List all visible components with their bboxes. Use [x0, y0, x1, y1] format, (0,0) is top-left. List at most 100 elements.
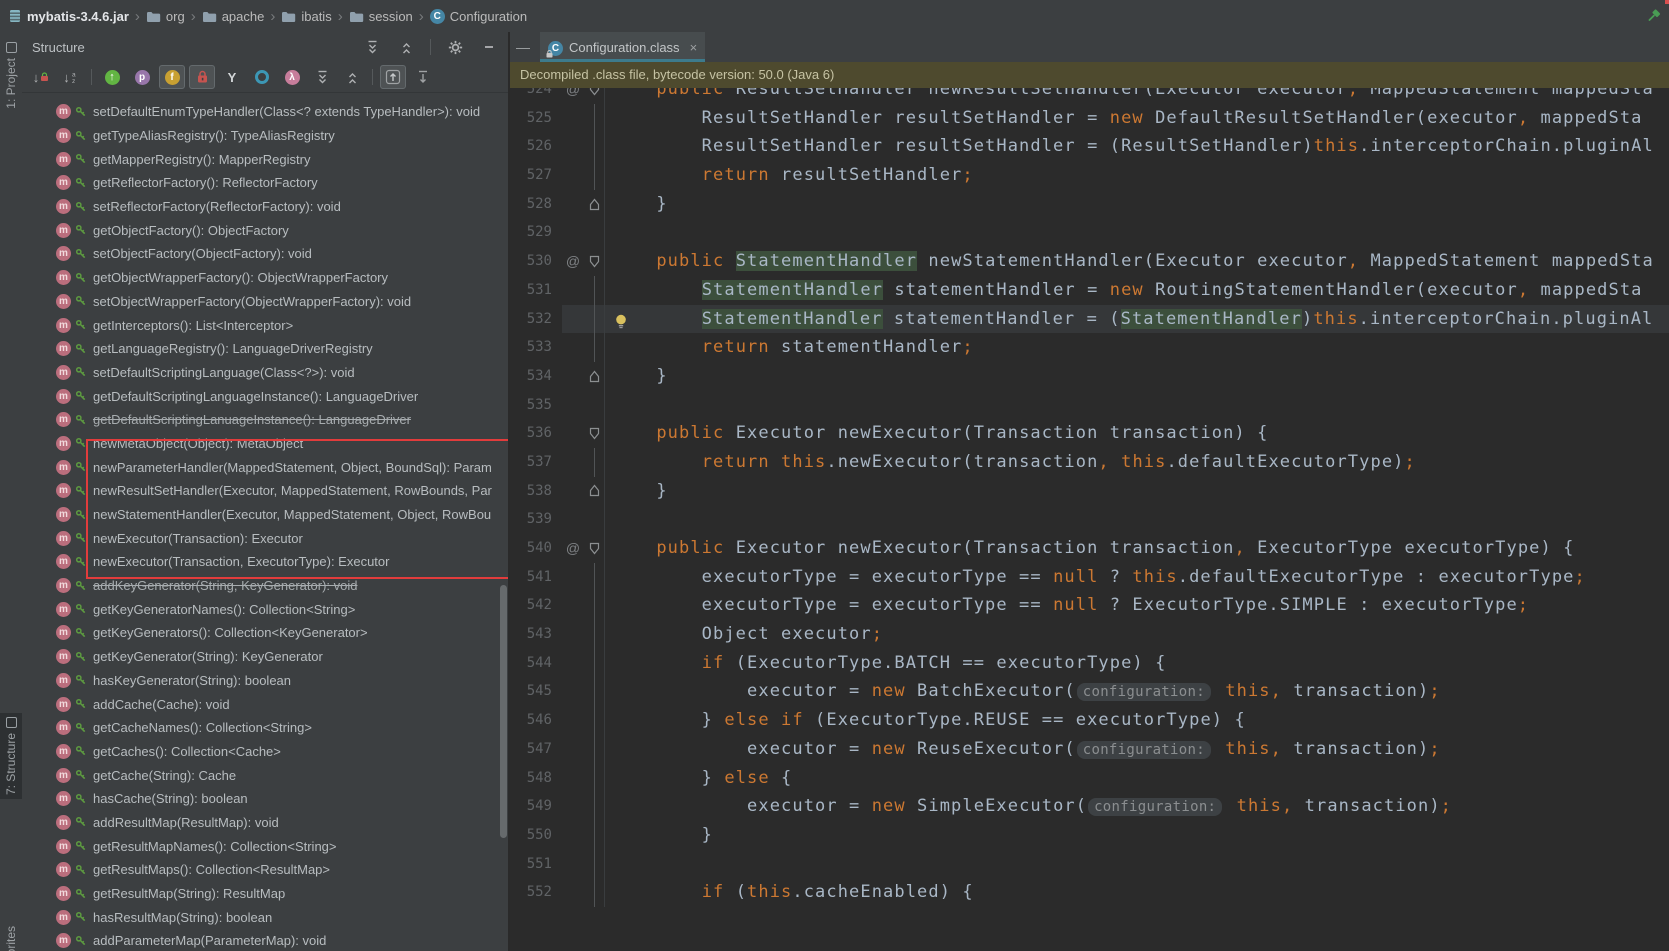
settings-icon[interactable]	[442, 35, 468, 59]
tab-configuration-class[interactable]: C Configuration.class ×	[540, 32, 705, 62]
structure-item[interactable]: mgetKeyGenerator(String): KeyGenerator	[22, 645, 508, 669]
code-text[interactable]: Object executor;	[604, 620, 1669, 649]
fold-end-icon[interactable]	[584, 190, 604, 219]
code-text[interactable]: executor = new BatchExecutor(configurati…	[604, 677, 1669, 706]
line-number[interactable]: 537	[510, 448, 562, 477]
structure-item[interactable]: mgetTypeAliasRegistry(): TypeAliasRegist…	[22, 124, 508, 148]
code-text[interactable]: } else if (ExecutorType.REUSE == executo…	[604, 706, 1669, 735]
code-line[interactable]: 544 if (ExecutorType.BATCH == executorTy…	[510, 649, 1669, 678]
structure-item[interactable]: mgetKeyGenerators(): Collection<KeyGener…	[22, 621, 508, 645]
collapse-all-icon[interactable]	[393, 35, 419, 59]
code-line[interactable]: 536 public Executor newExecutor(Transact…	[510, 419, 1669, 448]
show-lambdas-icon[interactable]: λ	[279, 65, 305, 89]
line-number[interactable]: 524	[510, 88, 562, 104]
code-line[interactable]: 532 StatementHandler statementHandler = …	[510, 305, 1669, 334]
code-text[interactable]: return this.newExecutor(transaction, thi…	[604, 448, 1669, 477]
line-number[interactable]: 529	[510, 218, 562, 247]
code-text[interactable]: executorType = executorType == null ? th…	[604, 563, 1669, 592]
structure-item[interactable]: mgetReflectorFactory(): ReflectorFactory	[22, 171, 508, 195]
code-line[interactable]: 533 return statementHandler;	[510, 333, 1669, 362]
code-editor[interactable]: 524@ public ResultSetHandler newResultSe…	[510, 88, 1669, 951]
code-line[interactable]: 537 return this.newExecutor(transaction,…	[510, 448, 1669, 477]
code-line[interactable]: 524@ public ResultSetHandler newResultSe…	[510, 88, 1669, 104]
structure-item[interactable]: mhasKeyGenerator(String): boolean	[22, 669, 508, 693]
line-number[interactable]: 551	[510, 850, 562, 879]
expand-all-icon[interactable]	[359, 35, 385, 59]
line-number[interactable]: 545	[510, 677, 562, 706]
structure-item[interactable]: maddCache(Cache): void	[22, 692, 508, 716]
line-number[interactable]: 542	[510, 591, 562, 620]
structure-item[interactable]: mgetObjectFactory(): ObjectFactory	[22, 218, 508, 242]
code-line[interactable]: 525 ResultSetHandler resultSetHandler = …	[510, 104, 1669, 133]
code-text[interactable]: if (this.cacheEnabled) {	[604, 878, 1669, 907]
structure-item[interactable]: mgetLanguageRegistry(): LanguageDriverRe…	[22, 337, 508, 361]
structure-item[interactable]: msetDefaultScriptingLanguage(Class<?>): …	[22, 361, 508, 385]
code-text[interactable]: executorType = executorType == null ? Ex…	[604, 591, 1669, 620]
breadcrumb-item[interactable]: org	[146, 9, 185, 24]
structure-item[interactable]: mgetResultMap(String): ResultMap	[22, 882, 508, 906]
structure-item[interactable]: msetDefaultEnumTypeHandler(Class<? exten…	[22, 100, 508, 124]
code-text[interactable]	[604, 850, 1669, 879]
show-non-public-icon[interactable]	[189, 65, 215, 89]
code-text[interactable]: return statementHandler;	[604, 333, 1669, 362]
line-number[interactable]: 543	[510, 620, 562, 649]
code-line[interactable]: 530@ public StatementHandler newStatemen…	[510, 247, 1669, 276]
code-text[interactable]: public Executor newExecutor(Transaction …	[604, 419, 1669, 448]
structure-item[interactable]: mnewStatementHandler(Executor, MappedSta…	[22, 503, 508, 527]
code-text[interactable]: if (ExecutorType.BATCH == executorType) …	[604, 649, 1669, 678]
code-line[interactable]: 550 }	[510, 821, 1669, 850]
structure-item[interactable]: mgetKeyGeneratorNames(): Collection<Stri…	[22, 597, 508, 621]
structure-item[interactable]: mgetObjectWrapperFactory(): ObjectWrappe…	[22, 266, 508, 290]
structure-item[interactable]: mgetDefaultScriptingLanuageInstance(): L…	[22, 408, 508, 432]
code-line[interactable]: 535	[510, 391, 1669, 420]
code-line[interactable]: 551	[510, 850, 1669, 879]
code-text[interactable]: public ResultSetHandler newResultSetHand…	[604, 88, 1669, 104]
structure-item[interactable]: msetObjectFactory(ObjectFactory): void	[22, 242, 508, 266]
structure-item[interactable]: mgetDefaultScriptingLanguageInstance(): …	[22, 384, 508, 408]
line-number[interactable]: 535	[510, 391, 562, 420]
line-number[interactable]: 528	[510, 190, 562, 219]
structure-item[interactable]: maddKeyGenerator(String, KeyGenerator): …	[22, 574, 508, 598]
line-number[interactable]: 525	[510, 104, 562, 133]
group-methods-icon[interactable]: Y	[219, 65, 245, 89]
line-number[interactable]: 540	[510, 534, 562, 563]
code-line[interactable]: 534 }	[510, 362, 1669, 391]
expand-all-icon[interactable]	[309, 65, 335, 89]
line-number[interactable]: 547	[510, 735, 562, 764]
code-text[interactable]: StatementHandler statementHandler = new …	[604, 276, 1669, 305]
line-number[interactable]: 548	[510, 764, 562, 793]
code-line[interactable]: 547 executor = new ReuseExecutor(configu…	[510, 735, 1669, 764]
line-number[interactable]: 531	[510, 276, 562, 305]
code-line[interactable]: 542 executorType = executorType == null …	[510, 591, 1669, 620]
code-line[interactable]: 538 }	[510, 477, 1669, 506]
intention-bulb-icon[interactable]	[615, 311, 627, 334]
code-text[interactable]: ResultSetHandler resultSetHandler = new …	[604, 104, 1669, 133]
line-number[interactable]: 536	[510, 419, 562, 448]
line-number[interactable]: 549	[510, 792, 562, 821]
breadcrumb-item[interactable]: ibatis	[281, 9, 331, 24]
fold-start-icon[interactable]	[584, 88, 604, 104]
fold-start-icon[interactable]	[584, 534, 604, 563]
code-text[interactable]: }	[604, 190, 1669, 219]
show-fields-icon[interactable]: f	[159, 65, 185, 89]
line-number[interactable]: 552	[510, 878, 562, 907]
structure-item[interactable]: mnewExecutor(Transaction): Executor	[22, 526, 508, 550]
line-number[interactable]: 550	[510, 821, 562, 850]
code-text[interactable]: }	[604, 362, 1669, 391]
show-interfaces-icon[interactable]	[249, 65, 275, 89]
code-line[interactable]: 552 if (this.cacheEnabled) {	[510, 878, 1669, 907]
code-text[interactable]: return resultSetHandler;	[604, 161, 1669, 190]
code-line[interactable]: 526 ResultSetHandler resultSetHandler = …	[510, 132, 1669, 161]
code-text[interactable]: public Executor newExecutor(Transaction …	[604, 534, 1669, 563]
code-line[interactable]: 540@ public Executor newExecutor(Transac…	[510, 534, 1669, 563]
code-text[interactable]: }	[604, 821, 1669, 850]
code-text[interactable]	[604, 218, 1669, 247]
sort-alphabetically-icon[interactable]: ↓az	[58, 65, 84, 89]
code-text[interactable]	[604, 391, 1669, 420]
code-line[interactable]: 549 executor = new SimpleExecutor(config…	[510, 792, 1669, 821]
structure-scrollbar-thumb[interactable]	[500, 585, 507, 838]
structure-item[interactable]: mgetResultMapNames(): Collection<String>	[22, 834, 508, 858]
tool-window-favorites[interactable]: vorites	[0, 922, 22, 951]
structure-item[interactable]: mgetCacheNames(): Collection<String>	[22, 716, 508, 740]
fold-end-icon[interactable]	[584, 477, 604, 506]
